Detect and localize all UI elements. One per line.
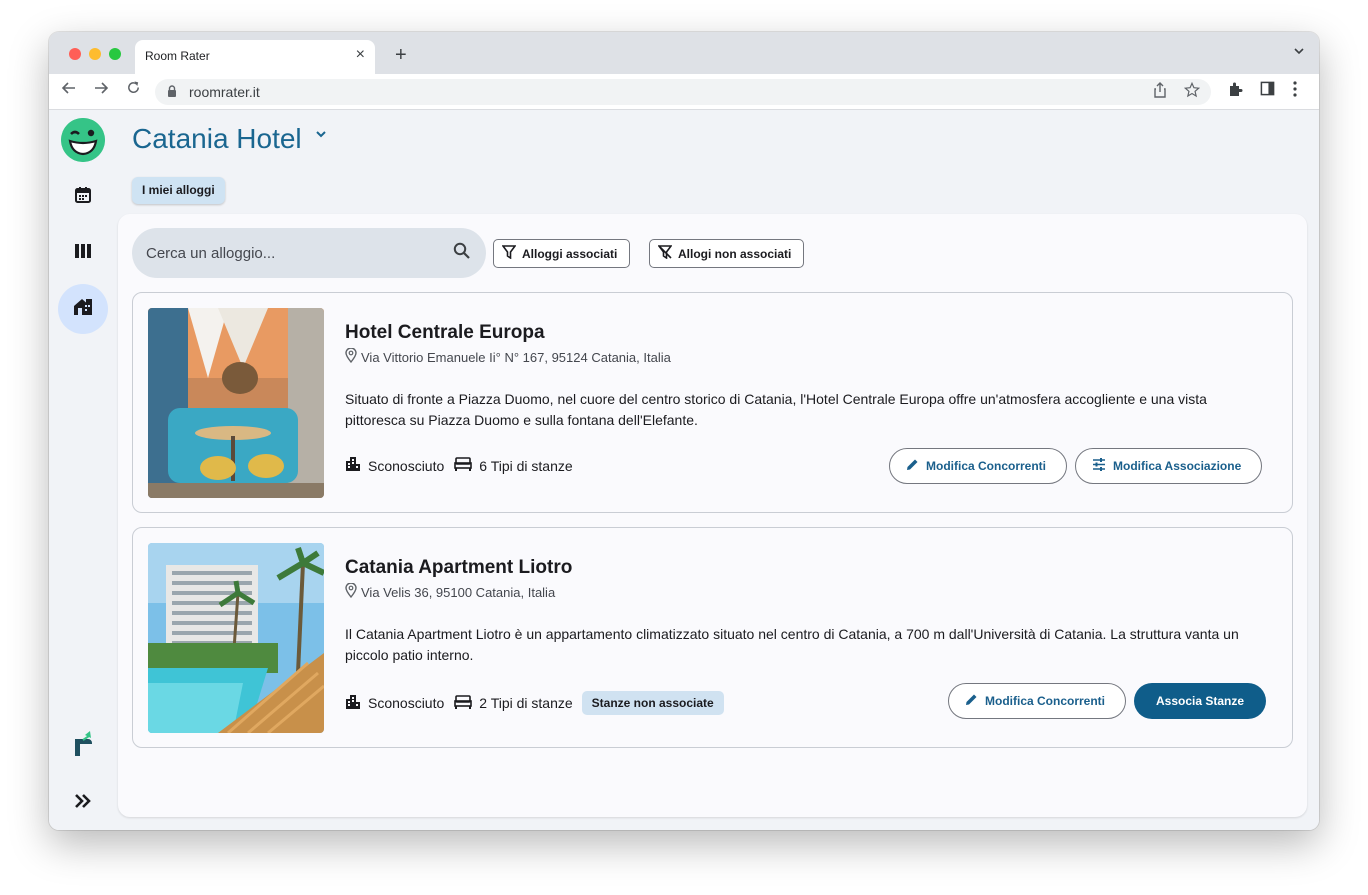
reload-icon[interactable] <box>126 80 141 100</box>
navigation-rail <box>49 111 117 830</box>
columns-rail-item[interactable] <box>58 228 108 278</box>
listing-meta: Sconosciuto 2 Tipi di stanze Stanze non … <box>345 691 724 715</box>
listing-address-text: Via Vittorio Emanuele Ii° N° 167, 95124 … <box>361 349 671 365</box>
more-icon[interactable] <box>1293 81 1297 101</box>
listing-description: Situato di fronte a Piazza Duomo, nel cu… <box>345 391 1207 428</box>
bed-icon <box>454 457 473 474</box>
listing-photo-hotel-interior <box>148 308 324 498</box>
associate-rooms-button[interactable]: Associa Stanze <box>1134 683 1267 719</box>
filter-not-associated-label: Allogi non associati <box>678 246 792 261</box>
new-tab-button[interactable]: + <box>395 44 407 67</box>
status-badge: Stanze non associate <box>581 691 724 715</box>
hotel-selector-title[interactable]: Catania Hotel <box>132 123 302 155</box>
tab-room-rater[interactable]: Room Rater × <box>135 40 375 74</box>
home-icon <box>73 298 93 321</box>
listing-description: Il Catania Apartment Liotro è un apparta… <box>345 626 1239 663</box>
sidepanel-icon[interactable] <box>1260 81 1275 100</box>
url-text: roomrater.it <box>189 84 260 100</box>
address-bar[interactable]: roomrater.it <box>155 79 1211 105</box>
edit-icon <box>906 458 919 474</box>
edit-icon <box>965 693 978 709</box>
zoom-window-button[interactable] <box>109 48 121 60</box>
my-listings-chip[interactable]: I miei alloggi <box>132 177 225 204</box>
close-window-button[interactable] <box>69 48 81 60</box>
edit-association-label: Modifica Associazione <box>1113 459 1242 473</box>
tab-close-icon[interactable]: × <box>356 46 365 64</box>
tune-icon <box>1092 458 1106 474</box>
lock-icon <box>167 85 177 100</box>
filter-off-icon <box>657 245 673 262</box>
browser-toolbar: roomrater.it <box>49 74 1319 110</box>
columns-icon <box>74 243 92 264</box>
listing-card[interactable]: Hotel Centrale Europa Via Vittorio Emanu… <box>132 292 1293 513</box>
listing-card[interactable]: Catania Apartment Liotro Via Velis 36, 9… <box>132 527 1293 748</box>
filter-not-associated-button[interactable]: Allogi non associati <box>649 239 805 268</box>
edit-competitors-label: Modifica Concorrenti <box>985 694 1106 708</box>
edit-association-button[interactable]: Modifica Associazione <box>1075 448 1263 484</box>
filter-icon <box>501 245 517 262</box>
listing-title: Hotel Centrale Europa <box>345 322 545 343</box>
listing-address: Via Velis 36, 95100 Catania, Italia <box>345 582 556 601</box>
bed-icon <box>454 694 473 712</box>
edit-competitors-button[interactable]: Modifica Concorrenti <box>889 448 1068 484</box>
building-icon <box>345 694 361 713</box>
pin-icon <box>345 347 357 366</box>
search-icon[interactable] <box>453 242 470 264</box>
listing-address: Via Vittorio Emanuele Ii° N° 167, 95124 … <box>345 347 671 366</box>
tab-search-icon[interactable] <box>1293 44 1305 60</box>
forward-icon[interactable] <box>93 80 109 101</box>
calendar-rail-item[interactable] <box>58 172 108 222</box>
hand-icon <box>72 730 94 762</box>
listing-title: Catania Apartment Liotro <box>345 557 573 578</box>
chevron-down-icon[interactable] <box>315 127 327 145</box>
calendar-icon <box>74 186 92 209</box>
tab-title: Room Rater <box>145 49 210 63</box>
room-rater-rail-item[interactable] <box>58 721 108 771</box>
share-icon[interactable] <box>1153 82 1167 102</box>
star-icon[interactable] <box>1183 81 1201 102</box>
minimize-window-button[interactable] <box>89 48 101 60</box>
tab-strip: Room Rater × + <box>49 32 1319 74</box>
extensions-icon[interactable] <box>1227 81 1243 101</box>
room-rater-logo[interactable] <box>61 118 105 162</box>
back-icon[interactable] <box>61 80 77 101</box>
building-icon <box>345 456 361 475</box>
listings-panel: Alloggi associati Allogi non associati <box>118 214 1307 817</box>
search-input[interactable] <box>146 228 436 278</box>
filter-associated-button[interactable]: Alloggi associati <box>493 239 631 268</box>
listing-room-types: 6 Tipi di stanze <box>479 457 573 474</box>
edit-competitors-button[interactable]: Modifica Concorrenti <box>948 683 1127 719</box>
listing-photo-apartment-pool <box>148 543 324 733</box>
listing-meta: Sconosciuto 6 Tipi di stanze <box>345 456 573 475</box>
edit-competitors-label: Modifica Concorrenti <box>926 459 1047 473</box>
listing-category: Sconosciuto <box>368 457 445 474</box>
listing-address-text: Via Velis 36, 95100 Catania, Italia <box>361 584 556 600</box>
pin-icon <box>345 582 357 601</box>
alloggi-rail-item[interactable] <box>58 284 108 334</box>
filter-associated-label: Alloggi associati <box>522 246 618 261</box>
expand-rail-button[interactable] <box>58 777 108 827</box>
expand-icon <box>75 792 91 813</box>
browser-window: Room Rater × + roomrater.it Catania Hote… <box>49 32 1319 830</box>
app-root: Catania Hotel I miei alloggi Alloggi ass… <box>49 111 1319 830</box>
listing-room-types: 2 Tipi di stanze <box>479 695 573 711</box>
listing-category: Sconosciuto <box>368 695 445 711</box>
search-bar[interactable] <box>132 228 486 278</box>
